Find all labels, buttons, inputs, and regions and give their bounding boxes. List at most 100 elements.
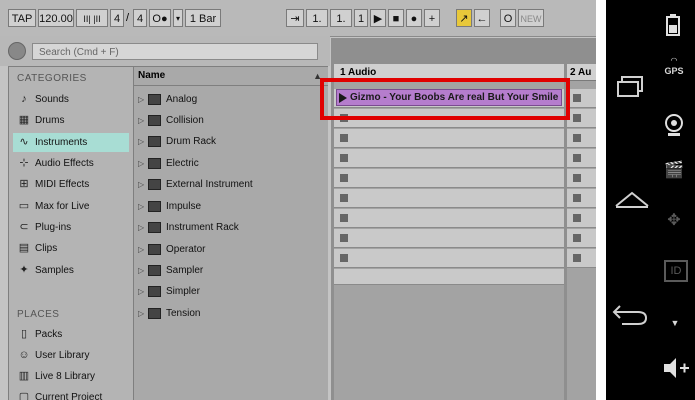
clip-slot[interactable] [567, 109, 596, 128]
place-current-project[interactable]: ▢ Current Project [13, 388, 129, 400]
folder-icon [148, 136, 161, 147]
signature-denominator[interactable]: 4 [133, 9, 147, 27]
new-button[interactable]: NEW [518, 9, 544, 27]
list-item[interactable]: ▷ Instrument Rack [134, 217, 328, 238]
quantize-dropdown[interactable]: 1 Bar [185, 9, 221, 27]
folder-icon [148, 201, 161, 212]
category-sounds[interactable]: ♪ Sounds [13, 90, 129, 109]
folder-icon [148, 244, 161, 255]
clip-slot[interactable] [334, 169, 564, 188]
position-bar[interactable]: 1. [306, 9, 328, 27]
stop-slot-icon [573, 254, 581, 262]
list-item[interactable]: ▷ Analog [134, 89, 328, 110]
position-beat[interactable]: 1. [330, 9, 352, 27]
follow-arrow-icon[interactable]: ⇥ [286, 9, 304, 27]
stop-icon[interactable]: ■ [388, 9, 404, 27]
back-to-arrangement-icon[interactable]: ← [474, 9, 490, 27]
clip-slot[interactable] [334, 149, 564, 168]
expand-icon: ▷ [138, 309, 145, 318]
play-icon[interactable]: ▶ [370, 9, 386, 27]
metronome-button[interactable]: O● [149, 9, 171, 27]
nudge-buttons[interactable]: II| |II [76, 9, 108, 27]
transport-toolbar: TAP 120.00 II| |II 4 / 4 O● ▾ 1 Bar ⇥ 1.… [0, 0, 596, 37]
battery-icon [666, 14, 680, 36]
category-instruments[interactable]: ∿ Instruments [13, 133, 129, 152]
overdub-icon[interactable]: + [424, 9, 440, 27]
place-user-library[interactable]: ☺ User Library [13, 346, 129, 365]
place-live-8-library[interactable]: ▥ Live 8 Library [13, 367, 129, 386]
item-label: Instrument Rack [166, 222, 239, 233]
list-item[interactable]: ▷ Impulse [134, 196, 328, 217]
recent-apps-icon[interactable] [616, 75, 646, 99]
list-item[interactable]: ▷ Sampler [134, 260, 328, 281]
clip-slot[interactable] [567, 89, 596, 108]
expand-icon: ▷ [138, 223, 145, 232]
item-label: Collision [166, 115, 204, 126]
record-icon[interactable]: ● [406, 9, 422, 27]
category-label: MIDI Effects [35, 179, 90, 190]
clip-slot[interactable] [567, 129, 596, 148]
name-column-header[interactable]: Name ▲ [134, 67, 328, 86]
punch-icon[interactable]: O [500, 9, 516, 27]
clip-slot[interactable] [567, 169, 596, 188]
browser-toggle-icon[interactable] [8, 42, 26, 60]
folder-icon [148, 308, 161, 319]
list-item[interactable]: ▷ Drum Rack [134, 131, 328, 152]
expand-icon: ▷ [138, 180, 145, 189]
scroll-down-icon[interactable]: ▼ [668, 318, 682, 328]
move-icon: ✥ [667, 212, 681, 229]
draw-mode-icon[interactable]: ↗ [456, 9, 472, 27]
clip-slot[interactable] [334, 269, 564, 285]
places-heading: PLACES [17, 309, 60, 320]
metronome-menu-icon[interactable]: ▾ [173, 9, 183, 27]
red-highlight-box [320, 78, 570, 120]
place-label: Current Project [35, 392, 103, 400]
list-item[interactable]: ▷ Electric [134, 153, 328, 174]
clip-slot[interactable] [567, 209, 596, 228]
expand-icon: ▷ [138, 116, 145, 125]
clip-slot[interactable] [567, 149, 596, 168]
folder-icon [148, 158, 161, 169]
signature-numerator[interactable]: 4 [110, 9, 124, 27]
tap-button[interactable]: TAP [8, 9, 36, 27]
place-packs[interactable]: ▯ Packs [13, 325, 129, 344]
list-item[interactable]: ▷ Collision [134, 110, 328, 131]
track-2-header[interactable]: 2 Au [567, 64, 596, 81]
list-item[interactable]: ▷ Simpler [134, 281, 328, 302]
category-max-for-live[interactable]: ▭ Max for Live [13, 197, 129, 216]
tempo-field[interactable]: 120.00 [38, 9, 74, 27]
item-label: Tension [166, 308, 201, 319]
gps-signal-icon: ◠ [670, 56, 678, 65]
category-midi-effects[interactable]: ⊞ MIDI Effects [13, 175, 129, 194]
clip-slot[interactable] [567, 229, 596, 248]
clip-slot[interactable] [567, 249, 596, 268]
clip-slot[interactable] [334, 249, 564, 268]
search-input[interactable]: Search (Cmd + F) [32, 43, 318, 60]
clip-slot[interactable] [334, 229, 564, 248]
category-drums[interactable]: ▦ Drums [13, 111, 129, 130]
position-sixteenth[interactable]: 1 [354, 9, 368, 27]
home-icon[interactable] [614, 190, 650, 210]
clip-slot[interactable] [567, 189, 596, 208]
list-item[interactable]: ▷ Tension [134, 303, 328, 324]
folder-icon [148, 179, 161, 190]
folder-icon [148, 115, 161, 126]
id-icon: ID [664, 260, 688, 282]
clip-slot[interactable] [334, 209, 564, 228]
stop-slot-icon [573, 234, 581, 242]
category-plug-ins[interactable]: ⊂ Plug-ins [13, 218, 129, 237]
track-2-audio: 2 Au [567, 64, 596, 400]
folder-icon [148, 222, 161, 233]
clip-slot[interactable] [334, 189, 564, 208]
list-item[interactable]: ▷ Operator [134, 239, 328, 260]
category-clips[interactable]: ▤ Clips [13, 239, 129, 258]
stop-slot-icon [340, 174, 348, 182]
volume-up-icon[interactable] [662, 356, 690, 380]
list-item[interactable]: ▷ External Instrument [134, 174, 328, 195]
clip-slot[interactable] [334, 129, 564, 148]
folder-icon [148, 286, 161, 297]
category-samples[interactable]: ✦ Samples [13, 261, 129, 280]
library-icon: ▥ [18, 370, 30, 382]
back-icon[interactable] [612, 302, 648, 326]
category-audio-effects[interactable]: ⊹ Audio Effects [13, 154, 129, 173]
